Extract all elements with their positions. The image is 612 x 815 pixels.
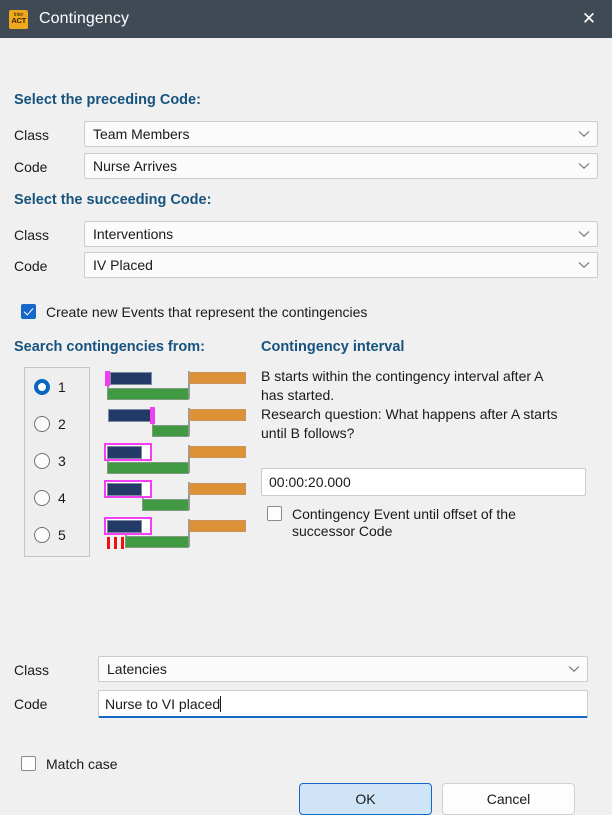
chevron-down-icon xyxy=(571,261,597,269)
succeeding-class-dropdown[interactable]: Interventions xyxy=(84,221,598,247)
app-icon-bottom-text: ACT xyxy=(11,18,26,25)
create-new-events-checkbox[interactable]: Create new Events that represent the con… xyxy=(21,304,367,321)
preceding-class-value: Team Members xyxy=(93,126,190,142)
close-icon[interactable]: ✕ xyxy=(566,0,612,38)
diagram-event-tick xyxy=(107,537,110,549)
checkbox-box-checked xyxy=(21,304,36,319)
diagram-offset-marker xyxy=(150,407,155,424)
text-caret xyxy=(220,695,222,712)
diagram-bar-interval xyxy=(125,536,189,548)
diagram-bar-b xyxy=(189,483,246,495)
title-bar: Inter ACT Contingency ✕ xyxy=(0,0,612,38)
diagram-row-2 xyxy=(100,404,250,438)
contingency-interval-input[interactable]: 00:00:20.000 xyxy=(261,468,586,496)
radio-dot xyxy=(34,453,50,469)
chevron-down-icon xyxy=(571,230,597,238)
succeeding-class-value: Interventions xyxy=(93,226,174,242)
diagram-bar-b xyxy=(189,409,246,421)
result-class-label: Class xyxy=(14,662,50,678)
diagram-bar-a xyxy=(107,446,142,459)
radio-dot xyxy=(34,416,50,432)
radio-option-3[interactable]: 3 xyxy=(34,453,66,469)
result-code-value: Nurse to VI placed xyxy=(105,695,221,712)
succeeding-code-value: IV Placed xyxy=(93,257,153,273)
contingency-interval-desc-line1: B starts within the contingency interval… xyxy=(261,368,544,384)
succeeding-class-label: Class xyxy=(14,227,50,243)
diagram-bar-b xyxy=(189,446,246,458)
contingency-interval-heading: Contingency interval xyxy=(261,339,405,355)
result-class-dropdown[interactable]: Latencies xyxy=(98,656,588,682)
diagram-bar-a xyxy=(107,520,142,533)
until-offset-label-line2: successor Code xyxy=(292,523,393,539)
contingency-interval-desc-line3: Research question: What happens after A … xyxy=(261,406,558,422)
preceding-code-heading: Select the preceding Code: xyxy=(14,92,201,108)
dialog-body: Select the preceding Code: Class Team Me… xyxy=(0,38,612,815)
diagram-bar-a xyxy=(110,372,152,385)
diagram-row-3 xyxy=(100,441,250,475)
diagram-bar-a xyxy=(108,409,152,422)
contingency-interval-desc-line2: has started. xyxy=(261,387,335,403)
chevron-down-icon xyxy=(571,130,597,138)
diagram-row-4 xyxy=(100,478,250,512)
diagram-bar-interval xyxy=(142,499,189,511)
preceding-code-value: Nurse Arrives xyxy=(93,158,178,174)
radio-option-5[interactable]: 5 xyxy=(34,527,66,543)
match-case-label: Match case xyxy=(46,756,118,772)
contingency-diagram xyxy=(100,367,250,559)
ok-button[interactable]: OK xyxy=(299,783,432,815)
succeeding-code-label: Code xyxy=(14,258,48,274)
result-code-label: Code xyxy=(14,696,48,712)
radio-label-2: 2 xyxy=(58,416,66,432)
diagram-event-tick xyxy=(121,537,124,549)
diagram-bar-b xyxy=(189,520,246,532)
radio-option-4[interactable]: 4 xyxy=(34,490,66,506)
radio-dot xyxy=(34,527,50,543)
radio-option-2[interactable]: 2 xyxy=(34,416,66,432)
contingency-interval-desc-line4: until B follows? xyxy=(261,425,355,441)
radio-label-1: 1 xyxy=(58,379,66,395)
diagram-bar-interval xyxy=(152,425,189,437)
diagram-bar-interval xyxy=(107,462,189,474)
preceding-code-label: Code xyxy=(14,159,48,175)
diagram-bar-b xyxy=(189,372,246,384)
interact-app-icon: Inter ACT xyxy=(9,9,28,29)
checkbox-box xyxy=(267,506,282,521)
preceding-class-label: Class xyxy=(14,127,50,143)
diagram-bar-a xyxy=(107,483,142,496)
search-from-radio-group: 1 2 3 4 5 xyxy=(24,367,90,557)
chevron-down-icon xyxy=(571,162,597,170)
until-offset-label-line1: Contingency Event until offset of the xyxy=(292,506,516,522)
until-offset-checkbox[interactable]: Contingency Event until offset of the su… xyxy=(267,506,587,540)
contingency-interval-value: 00:00:20.000 xyxy=(269,474,351,490)
result-code-input[interactable]: Nurse to VI placed xyxy=(98,690,588,718)
radio-dot-selected xyxy=(34,379,50,395)
window-title: Contingency xyxy=(39,10,130,27)
diagram-bar-interval xyxy=(107,388,189,400)
create-new-events-label: Create new Events that represent the con… xyxy=(46,304,368,320)
radio-label-3: 3 xyxy=(58,453,66,469)
preceding-class-dropdown[interactable]: Team Members xyxy=(84,121,598,147)
succeeding-code-dropdown[interactable]: IV Placed xyxy=(84,252,598,278)
result-class-value: Latencies xyxy=(107,661,167,677)
succeeding-code-heading: Select the succeeding Code: xyxy=(14,192,212,208)
diagram-row-5 xyxy=(100,515,250,549)
search-contingencies-heading: Search contingencies from: xyxy=(14,339,205,355)
diagram-row-1 xyxy=(100,367,250,401)
preceding-code-dropdown[interactable]: Nurse Arrives xyxy=(84,153,598,179)
match-case-checkbox[interactable]: Match case xyxy=(21,756,118,773)
radio-dot xyxy=(34,490,50,506)
checkbox-box xyxy=(21,756,36,771)
radio-option-1[interactable]: 1 xyxy=(34,379,66,395)
cancel-button[interactable]: Cancel xyxy=(442,783,575,815)
diagram-event-tick xyxy=(114,537,117,549)
chevron-down-icon xyxy=(561,665,587,673)
radio-label-5: 5 xyxy=(58,527,66,543)
radio-label-4: 4 xyxy=(58,490,66,506)
